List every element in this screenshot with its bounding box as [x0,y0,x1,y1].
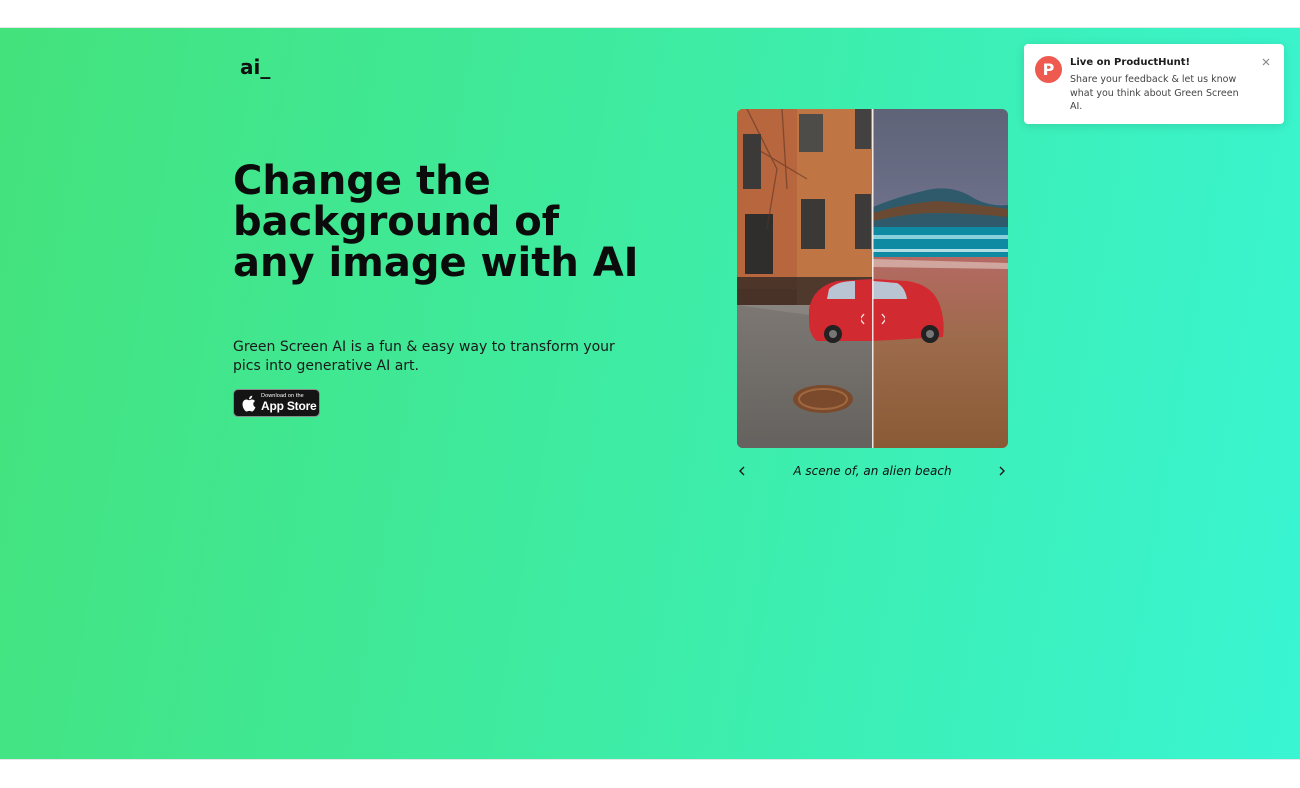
bottom-bar [0,759,1300,788]
site-logo[interactable]: ai_ [240,55,270,79]
close-icon[interactable] [1260,56,1272,68]
chevron-right-icon [999,466,1005,476]
toast-body: Share your feedback & let us know what y… [1070,74,1239,112]
compare-handle-icon[interactable] [861,309,885,329]
apple-icon [242,395,256,411]
carousel-next-button[interactable] [995,462,1009,480]
hero-headline: Change the background of any image with … [233,158,639,286]
toast-title: Live on ProductHunt! [1070,57,1191,68]
hero-subtitle: Green Screen AI is a fun & easy way to t… [233,339,615,374]
app-store-big-text: App Store [261,399,317,414]
carousel-prev-button[interactable] [735,462,749,480]
before-after-image [737,109,1008,448]
hero-section: ai_ Change the background of any image w… [0,28,1300,759]
producthunt-toast[interactable]: P Live on ProductHunt! Share your feedba… [1024,44,1284,124]
producthunt-icon: P [1035,56,1062,83]
app-store-button[interactable]: Download on the App Store [233,389,320,417]
top-bar [0,0,1300,28]
before-after-slider[interactable] [737,109,1008,448]
chevron-left-icon [739,466,745,476]
carousel-caption: A scene of, an alien beach [793,464,952,478]
